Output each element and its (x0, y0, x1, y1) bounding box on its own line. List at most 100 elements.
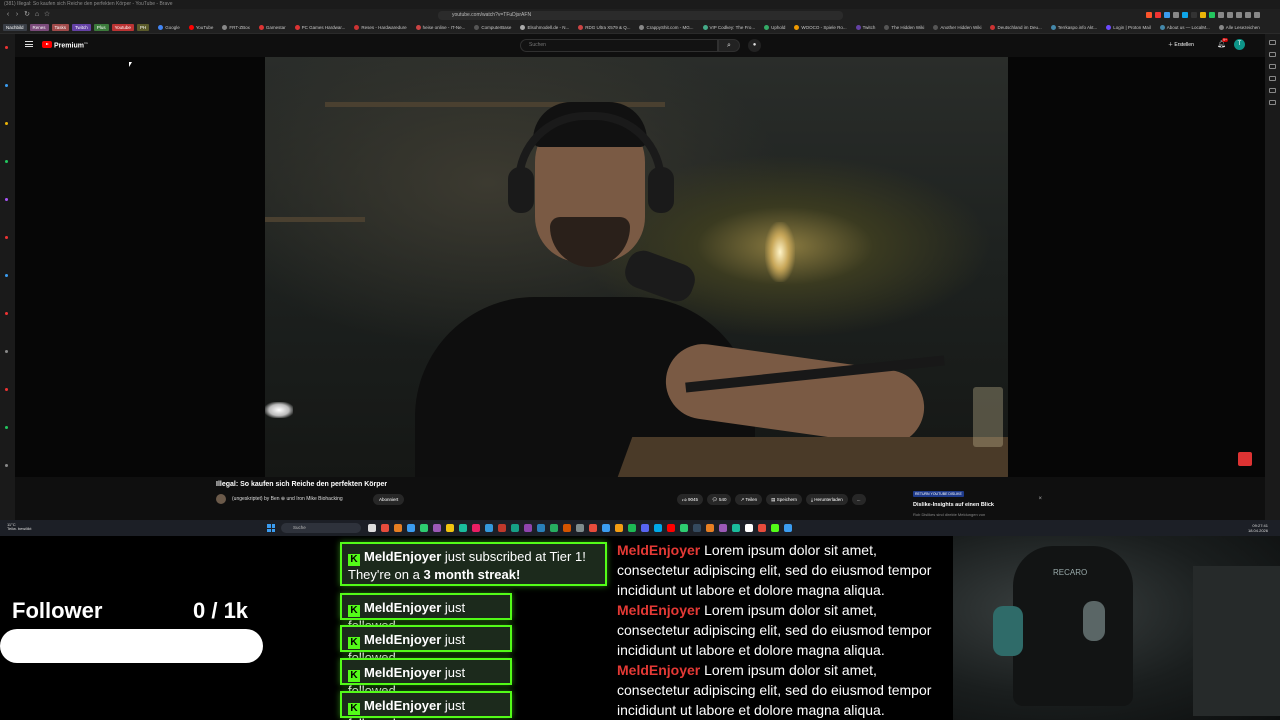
bookmark-item[interactable]: VIP Codkey: The Fro... (702, 25, 755, 30)
sidebar-app-icon[interactable] (5, 388, 8, 391)
share-button[interactable]: ↗ Teilen (735, 494, 763, 505)
extension-icon[interactable] (1191, 12, 1197, 18)
bookmark-folder[interactable]: Renes (29, 24, 49, 31)
taskbar-app-icon[interactable] (693, 524, 701, 532)
sidebar-app-icon[interactable] (5, 350, 8, 353)
taskbar-app-icon[interactable] (407, 524, 415, 532)
bookmark-folder[interactable]: Youtube (111, 24, 134, 31)
sidebar-app-icon[interactable] (5, 274, 8, 277)
taskbar-app-icon[interactable] (641, 524, 649, 532)
taskbar-app-icon[interactable] (706, 524, 714, 532)
bookmark-item[interactable]: About us — LocalM... (1159, 25, 1210, 30)
taskbar-app-icon[interactable] (459, 524, 467, 532)
taskbar-app-icon[interactable] (628, 524, 636, 532)
sidebar-app-icon[interactable] (5, 160, 8, 163)
extension-icon[interactable] (1164, 12, 1170, 18)
like-button[interactable]: 👍︎ 9045 (677, 494, 703, 505)
taskbar-app-icon[interactable] (485, 524, 493, 532)
extension-icon[interactable] (1146, 12, 1152, 18)
bookmark-item[interactable]: YouTube (188, 25, 213, 30)
taskbar-app-icon[interactable] (563, 524, 571, 532)
sidebar-app-icon[interactable] (5, 84, 8, 87)
extension-icon[interactable] (1245, 12, 1251, 18)
close-icon[interactable]: × (1038, 496, 1042, 502)
bookmark-item[interactable]: Gamestar (258, 25, 286, 30)
taskbar-app-icon[interactable] (719, 524, 727, 532)
bookmark-folder[interactable]: Nachbild (3, 24, 27, 31)
sidebar-app-icon[interactable] (5, 426, 8, 429)
download-button[interactable]: ⤓ Herunterladen (805, 494, 848, 505)
bookmark-item[interactable]: PC Games Hardwar... (294, 25, 345, 30)
forward-icon[interactable]: › (13, 11, 21, 19)
taskbar-app-icon[interactable] (446, 524, 454, 532)
taskbar-app-icon[interactable] (758, 524, 766, 532)
bookmark-item[interactable]: Twitch (855, 25, 875, 30)
extension-icon[interactable] (1218, 12, 1224, 18)
bookmark-item[interactable]: CrappyShit.com - MG... (639, 25, 694, 30)
sidebar-app-icon[interactable] (5, 122, 8, 125)
bookmark-item[interactable]: Alle Lesezeichen (1218, 25, 1260, 30)
bookmark-item[interactable]: RDG Ultra X579 & Q... (578, 25, 630, 30)
taskbar-app-icon[interactable] (745, 524, 753, 532)
bookmark-folder[interactable]: Twitch (72, 24, 91, 31)
bookmark-item[interactable]: heise online - IT-Ne... (415, 25, 465, 30)
bookmark-item[interactable]: Terrkaspo.info Akt... (1050, 25, 1097, 30)
extension-icon[interactable] (1254, 12, 1260, 18)
panel-icon[interactable] (1269, 88, 1276, 93)
bookmark-item[interactable]: Deutschland im Deu... (990, 25, 1042, 30)
channel-name[interactable]: (ungeskriptet) by Ben ⊕ und Iron Mike Bi… (232, 496, 343, 502)
taskbar-app-icon[interactable] (771, 524, 779, 532)
comment-button[interactable]: 💬︎ 540 (706, 494, 732, 505)
taskbar-app-icon[interactable] (680, 524, 688, 532)
create-button[interactable]: ＋ Erstellen (1168, 41, 1194, 48)
address-bar[interactable]: youtube.com/watch?v=TFuDjsrAFN (438, 11, 843, 20)
bookmark-item[interactable]: Google (158, 25, 180, 30)
taskbar-search[interactable]: Suche (281, 523, 361, 533)
sidebar-app-icon[interactable] (5, 46, 8, 49)
taskbar-app-icon[interactable] (589, 524, 597, 532)
taskbar-app-icon[interactable] (602, 524, 610, 532)
bookmark-item[interactable]: The Hidden Wiki (884, 25, 924, 30)
search-input[interactable]: Suchen (520, 39, 718, 52)
subscribe-button[interactable]: Abonniert (373, 494, 405, 505)
extension-icon[interactable] (1209, 12, 1215, 18)
taskbar-app-icon[interactable] (667, 524, 675, 532)
panel-icon[interactable] (1269, 40, 1276, 45)
start-icon[interactable] (267, 524, 275, 532)
extension-icon[interactable] (1236, 12, 1242, 18)
sidebar-app-icon[interactable] (5, 236, 8, 239)
weather-widget[interactable]: 11°C Teilw. bewölkt (7, 523, 31, 531)
taskbar-app-icon[interactable] (498, 524, 506, 532)
taskbar-app-icon[interactable] (732, 524, 740, 532)
extension-icon[interactable] (1155, 12, 1161, 18)
extension-icon[interactable] (1200, 12, 1206, 18)
menu-icon[interactable] (25, 41, 33, 47)
bookmark-icon[interactable]: ☆ (43, 11, 51, 19)
video-frame[interactable] (265, 57, 1008, 477)
youtube-premium-label[interactable]: PremiumDE (54, 41, 88, 49)
extension-icon[interactable] (1182, 12, 1188, 18)
taskbar-app-icon[interactable] (784, 524, 792, 532)
bookmark-item[interactable]: Reses - Hardwaredure (354, 25, 407, 30)
bookmark-item[interactable]: WOOCO - Spiele Ro... (794, 25, 847, 30)
taskbar-app-icon[interactable] (615, 524, 623, 532)
taskbar-app-icon[interactable] (472, 524, 480, 532)
more-button[interactable]: ... (851, 494, 866, 505)
taskbar-app-icon[interactable] (420, 524, 428, 532)
bookmark-item[interactable]: Elsohmodell.de - N... (520, 25, 569, 30)
reload-icon[interactable]: ↻ (23, 11, 31, 19)
panel-icon[interactable] (1269, 76, 1276, 81)
extension-icon[interactable] (1227, 12, 1233, 18)
bookmark-item[interactable]: FRT-ZBox (222, 25, 250, 30)
mic-icon[interactable]: ● (748, 39, 761, 52)
taskbar-app-icon[interactable] (537, 524, 545, 532)
taskbar-app-icon[interactable] (550, 524, 558, 532)
search-icon[interactable]: ⌕ (718, 39, 740, 52)
save-button[interactable]: ▤ Speichern (766, 494, 802, 505)
bookmark-item[interactable]: Login | Proton Mail (1106, 25, 1151, 30)
taskbar-app-icon[interactable] (433, 524, 441, 532)
panel-icon[interactable] (1269, 100, 1276, 105)
extension-icon[interactable] (1173, 12, 1179, 18)
avatar[interactable]: T (1234, 39, 1245, 50)
panel-icon[interactable] (1269, 64, 1276, 69)
